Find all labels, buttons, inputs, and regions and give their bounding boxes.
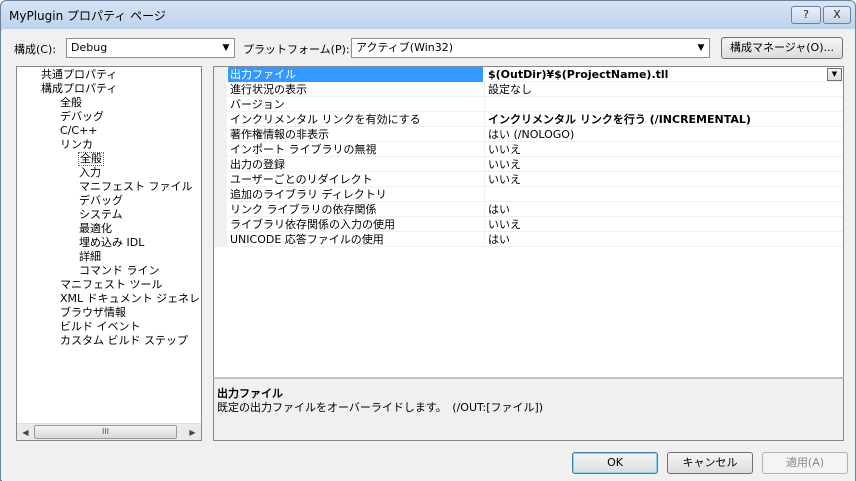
tree-item-build-events[interactable]: ビルド イベント — [60, 320, 141, 334]
property-row[interactable]: 著作権情報の非表示 はい (/NOLOGO) — [214, 127, 843, 142]
chevron-down-icon: ▼ — [222, 43, 230, 53]
property-name: 出力ファイル — [228, 67, 483, 82]
config-manager-button[interactable]: 構成マネージャ(O)... — [721, 37, 843, 59]
property-grid[interactable]: 出力ファイル $(OutDir)¥$(ProjectName).tll ▼ 進行… — [213, 66, 844, 379]
scrollbar-thumb[interactable]: III — [34, 425, 177, 439]
tree-item-linker-manifest[interactable]: マニフェスト ファイル — [79, 180, 193, 194]
category-tree[interactable]: 共通プロパティ 構成プロパティ 全般 デバッグ C/C++ リンカ 全般 入力 … — [16, 66, 202, 441]
title-bar[interactable]: MyPlugin プロパティ ページ ? X — [1, 1, 855, 29]
property-name: インポート ライブラリの無視 — [230, 143, 377, 156]
scroll-left-icon[interactable]: ◀ — [17, 424, 34, 440]
ok-button[interactable]: OK — [572, 452, 658, 474]
property-row[interactable]: インポート ライブラリの無視 いいえ — [214, 142, 843, 157]
window-title: MyPlugin プロパティ ページ — [9, 9, 166, 23]
tree-item-linker-system[interactable]: システム — [79, 208, 123, 222]
property-row[interactable]: 追加のライブラリ ディレクトリ — [214, 187, 843, 202]
property-name: リンク ライブラリの依存関係 — [230, 203, 377, 216]
properties-dialog: MyPlugin プロパティ ページ ? X 構成(C): Debug ▼ プラ… — [0, 0, 856, 481]
platform-label: プラットフォーム(P): — [243, 43, 350, 56]
property-row[interactable]: UNICODE 応答ファイルの使用 はい — [214, 232, 843, 247]
row-gutter — [214, 142, 227, 157]
property-value[interactable]: 設定なし — [484, 82, 843, 97]
platform-select-value: アクティブ(Win32) — [356, 41, 454, 54]
property-value[interactable] — [484, 187, 843, 202]
tree-item-linker-input[interactable]: 入力 — [79, 166, 101, 180]
property-row[interactable]: リンク ライブラリの依存関係 はい — [214, 202, 843, 217]
property-value[interactable]: いいえ — [484, 157, 843, 172]
property-row[interactable]: バージョン — [214, 97, 843, 112]
apply-button[interactable]: 適用(A) — [762, 452, 848, 474]
dialog-body: 構成(C): Debug ▼ プラットフォーム(P): アクティブ(Win32)… — [2, 29, 855, 481]
description-pane: 出力ファイル 既定の出力ファイルをオーバーライドします。 (/OUT:[ファイル… — [213, 377, 844, 441]
property-name: バージョン — [230, 98, 285, 111]
property-row[interactable]: 進行状況の表示 設定なし — [214, 82, 843, 97]
dropdown-arrow-icon[interactable]: ▼ — [827, 68, 842, 81]
property-row[interactable]: インクリメンタル リンクを有効にする インクリメンタル リンクを行う (/INC… — [214, 112, 843, 127]
row-gutter — [214, 217, 227, 232]
tree-item-xml-doc-generator[interactable]: XML ドキュメント ジェネレー — [60, 292, 201, 306]
help-button[interactable]: ? — [791, 6, 821, 24]
platform-select[interactable]: アクティブ(Win32) ▼ — [351, 38, 710, 58]
tree-item-linker-debug[interactable]: デバッグ — [79, 194, 123, 208]
tree-item-linker-command-line[interactable]: コマンド ライン — [79, 264, 160, 278]
tree-item-custom-build-step[interactable]: カスタム ビルド ステップ — [60, 334, 188, 348]
property-name: 進行状況の表示 — [230, 83, 307, 96]
row-gutter — [214, 127, 227, 142]
tree-item-general[interactable]: 全般 — [60, 96, 82, 110]
property-value[interactable]: はい — [484, 202, 843, 217]
tree-item-linker[interactable]: リンカ — [60, 138, 93, 152]
property-name: UNICODE 応答ファイルの使用 — [230, 233, 384, 246]
property-row[interactable]: 出力ファイル $(OutDir)¥$(ProjectName).tll ▼ — [214, 67, 843, 82]
property-value[interactable]: はい (/NOLOGO) — [484, 127, 843, 142]
tree-item-linker-general[interactable]: 全般 — [78, 152, 104, 166]
description-text: 既定の出力ファイルをオーバーライドします。 (/OUT:[ファイル]) — [217, 401, 544, 414]
tree-item-config-properties[interactable]: 構成プロパティ — [41, 82, 117, 96]
tree-item-common-properties[interactable]: 共通プロパティ — [41, 68, 117, 82]
property-name: 著作権情報の非表示 — [230, 128, 329, 141]
tree-horizontal-scrollbar[interactable]: ◀ III ▶ — [17, 423, 201, 440]
row-gutter — [214, 202, 227, 217]
row-gutter — [214, 97, 227, 112]
property-row[interactable]: ユーザーごとのリダイレクト いいえ — [214, 172, 843, 187]
config-label: 構成(C): — [14, 43, 56, 56]
tree-item-browse-info[interactable]: ブラウザ情報 — [60, 306, 126, 320]
property-row[interactable]: ライブラリ依存関係の入力の使用 いいえ — [214, 217, 843, 232]
scroll-right-icon[interactable]: ▶ — [184, 424, 201, 440]
row-gutter — [214, 172, 227, 187]
property-name: 出力の登録 — [230, 158, 285, 171]
property-value[interactable]: $(OutDir)¥$(ProjectName).tll — [484, 67, 843, 82]
property-name: インクリメンタル リンクを有効にする — [230, 113, 421, 126]
property-value[interactable] — [484, 97, 843, 112]
tree-item-linker-embedded-idl[interactable]: 埋め込み IDL — [79, 236, 144, 250]
property-value[interactable]: インクリメンタル リンクを行う (/INCREMENTAL) — [484, 112, 843, 127]
tree-item-manifest-tool[interactable]: マニフェスト ツール — [60, 278, 163, 292]
config-select[interactable]: Debug ▼ — [66, 38, 235, 58]
tree-item-linker-advanced[interactable]: 詳細 — [79, 250, 101, 264]
row-gutter — [214, 112, 227, 127]
property-row[interactable]: 出力の登録 いいえ — [214, 157, 843, 172]
row-gutter — [214, 187, 227, 202]
chevron-down-icon: ▼ — [697, 43, 705, 53]
cancel-button[interactable]: キャンセル — [667, 452, 753, 474]
tree-item-linker-optimization[interactable]: 最適化 — [79, 222, 112, 236]
tree-item-cpp[interactable]: C/C++ — [60, 124, 98, 138]
property-value[interactable]: いいえ — [484, 142, 843, 157]
property-value[interactable]: はい — [484, 232, 843, 247]
row-gutter — [214, 157, 227, 172]
row-gutter — [214, 82, 227, 97]
property-name: ユーザーごとのリダイレクト — [230, 173, 373, 186]
config-select-value: Debug — [71, 41, 108, 54]
property-value[interactable]: いいえ — [484, 172, 843, 187]
tree-item-debug[interactable]: デバッグ — [60, 110, 104, 124]
property-name: 追加のライブラリ ディレクトリ — [230, 188, 387, 201]
row-gutter — [214, 232, 227, 247]
close-button[interactable]: X — [823, 6, 851, 24]
property-name: ライブラリ依存関係の入力の使用 — [230, 218, 395, 231]
property-value[interactable]: いいえ — [484, 217, 843, 232]
row-gutter — [214, 67, 227, 82]
